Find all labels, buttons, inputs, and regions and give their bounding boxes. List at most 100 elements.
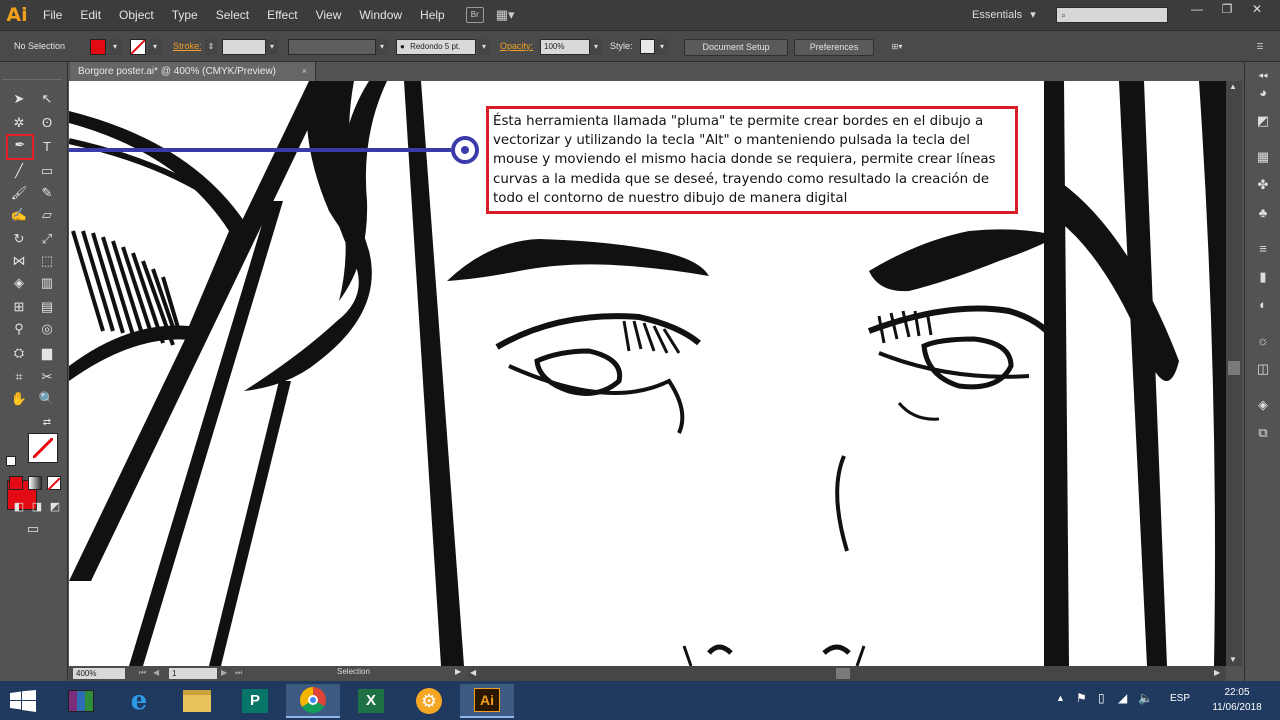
magic-wand-tool-icon[interactable]: ✲	[8, 112, 30, 134]
horizontal-scroll-thumb[interactable]	[836, 668, 850, 679]
publisher-taskbar-button[interactable]: P	[228, 684, 282, 718]
volume-icon[interactable]: 🔈	[1138, 691, 1153, 705]
horizontal-scrollbar[interactable]: ◀ ▶	[468, 666, 1226, 681]
menu-file[interactable]: File	[34, 0, 71, 30]
stroke-panel-icon[interactable]: ≡	[1254, 240, 1272, 258]
battery-icon[interactable]: ▯	[1098, 691, 1105, 705]
color-panel-icon[interactable]: ◕	[1254, 84, 1272, 102]
stroke-weight-field[interactable]	[222, 39, 266, 55]
menu-window[interactable]: Window	[350, 0, 411, 30]
brush-dropdown-icon[interactable]: ▾	[478, 39, 490, 55]
brush-definition[interactable]: ● Redondo 5 pt.	[396, 39, 476, 55]
eyedropper-tool-icon[interactable]: ⚲	[8, 318, 30, 340]
illustrator-taskbar-button[interactable]: Ai	[460, 684, 514, 718]
workspace-switcher[interactable]: Essentials ▾	[972, 0, 1036, 30]
gradient-mode-icon[interactable]	[28, 476, 42, 490]
transparency-panel-icon[interactable]: ◐	[1254, 296, 1272, 314]
type-tool-icon[interactable]: T	[36, 136, 58, 158]
stroke-weight-dropdown-icon[interactable]: ▾	[266, 39, 278, 55]
eraser-tool-icon[interactable]: ▱	[36, 204, 58, 226]
close-tab-icon[interactable]: ×	[302, 62, 307, 81]
layers-panel-icon[interactable]: ◈	[1254, 396, 1272, 414]
hand-tool-icon[interactable]: ✋	[8, 388, 30, 410]
help-search-input[interactable]: ⌕	[1056, 7, 1168, 23]
free-transform-tool-icon[interactable]: ⬚	[36, 250, 58, 272]
vertical-scrollbar[interactable]: ▲ ▼	[1226, 81, 1242, 666]
stroke-swatch[interactable]	[130, 39, 146, 55]
stroke-color-box[interactable]	[28, 433, 58, 463]
winrar-taskbar-button[interactable]	[54, 684, 108, 718]
status-menu-icon[interactable]: ▶	[455, 667, 461, 676]
profile-dropdown-icon[interactable]: ▾	[376, 39, 388, 55]
artboards-panel-icon[interactable]: ⧉	[1254, 424, 1272, 442]
appearance-panel-icon[interactable]: ☼	[1254, 332, 1272, 350]
selection-tool-icon[interactable]: ➤	[8, 88, 30, 110]
menu-view[interactable]: View	[307, 0, 351, 30]
perspective-grid-tool-icon[interactable]: ▥	[36, 272, 58, 294]
chrome-taskbar-button[interactable]	[286, 684, 340, 718]
arrange-documents-icon[interactable]: ▦▾	[496, 7, 520, 23]
symbols-panel-icon[interactable]: ♣	[1254, 204, 1272, 222]
vertical-scroll-thumb[interactable]	[1228, 361, 1240, 375]
direct-selection-tool-icon[interactable]: ↖	[36, 88, 58, 110]
gradient-tool-icon[interactable]: ▤	[36, 296, 58, 318]
action-center-icon[interactable]: ⚑	[1076, 691, 1087, 705]
column-graph-tool-icon[interactable]: ▆	[36, 342, 58, 364]
artboard-navigator[interactable]: 1	[169, 668, 217, 679]
menu-edit[interactable]: Edit	[71, 0, 110, 30]
mesh-tool-icon[interactable]: ⊞	[8, 296, 30, 318]
variable-width-profile[interactable]	[288, 39, 376, 55]
rotate-tool-icon[interactable]: ↻	[8, 228, 30, 250]
network-icon[interactable]: ◢	[1118, 691, 1127, 705]
show-hidden-icons-icon[interactable]: ▲	[1056, 693, 1065, 703]
scroll-left-icon[interactable]: ◀	[470, 668, 476, 677]
collapse-panels-icon[interactable]: ◂◂	[1254, 66, 1272, 84]
tools-grip[interactable]	[2, 70, 62, 80]
first-artboard-icon[interactable]: ⏮	[139, 668, 146, 678]
menu-effect[interactable]: Effect	[258, 0, 306, 30]
stroke-label[interactable]: Stroke:	[173, 41, 202, 51]
default-colors-icon[interactable]	[6, 456, 16, 466]
panel-menu-icon[interactable]: ☰	[1250, 39, 1270, 55]
opacity-dropdown-icon[interactable]: ▾	[590, 39, 602, 55]
zoom-tool-icon[interactable]: 🔍	[36, 388, 58, 410]
preferences-button[interactable]: Preferences	[794, 39, 874, 56]
artboard-tool-icon[interactable]: ⌗	[8, 366, 30, 388]
bridge-icon[interactable]: Br	[465, 7, 484, 23]
opacity-label[interactable]: Opacity:	[500, 41, 533, 51]
fill-dropdown-icon[interactable]: ▾	[109, 39, 121, 55]
graphic-styles-panel-icon[interactable]: ◫	[1254, 360, 1272, 378]
color-mode-icon[interactable]	[9, 476, 23, 490]
menu-select[interactable]: Select	[207, 0, 258, 30]
scroll-right-icon[interactable]: ▶	[1214, 668, 1220, 677]
pen-tool-icon[interactable]: ✒	[6, 134, 34, 160]
restore-button[interactable]: ❐	[1212, 0, 1242, 20]
fill-swatch[interactable]	[90, 39, 106, 55]
previous-artboard-icon[interactable]: ◀	[153, 668, 159, 677]
document-tab[interactable]: Borgore poster.ai* @ 400% (CMYK/Preview)…	[70, 62, 316, 81]
swatches-panel-icon[interactable]: ▦	[1254, 148, 1272, 166]
windows-start-icon[interactable]	[10, 690, 36, 712]
minimize-button[interactable]: —	[1182, 0, 1212, 20]
blob-brush-tool-icon[interactable]: ✍	[8, 204, 30, 226]
language-indicator[interactable]: ESP	[1170, 693, 1190, 704]
none-mode-icon[interactable]	[47, 476, 61, 491]
taskbar-clock[interactable]: 22:05 11/06/2018	[1202, 685, 1272, 715]
menu-help[interactable]: Help	[411, 0, 454, 30]
slice-tool-icon[interactable]: ✂	[36, 366, 58, 388]
excel-taskbar-button[interactable]: X	[344, 684, 398, 718]
draw-inside-icon[interactable]: ◩	[44, 496, 66, 518]
menu-type[interactable]: Type	[163, 0, 207, 30]
width-tool-icon[interactable]: ⋈	[8, 250, 30, 272]
style-dropdown-icon[interactable]: ▾	[656, 39, 668, 55]
graphic-style-swatch[interactable]	[640, 39, 655, 54]
last-artboard-icon[interactable]: ⏭	[235, 668, 242, 678]
pencil-tool-icon[interactable]: ✎	[36, 182, 58, 204]
screen-mode-icon[interactable]: ▭	[22, 518, 44, 540]
swap-colors-icon[interactable]: ⇄	[40, 416, 54, 430]
next-artboard-icon[interactable]: ▶	[221, 668, 227, 677]
brushes-panel-icon[interactable]: ✤	[1254, 176, 1272, 194]
blend-tool-icon[interactable]: ◎	[36, 318, 58, 340]
explorer-taskbar-button[interactable]	[170, 684, 224, 718]
rectangle-tool-icon[interactable]: ▭	[36, 160, 58, 182]
